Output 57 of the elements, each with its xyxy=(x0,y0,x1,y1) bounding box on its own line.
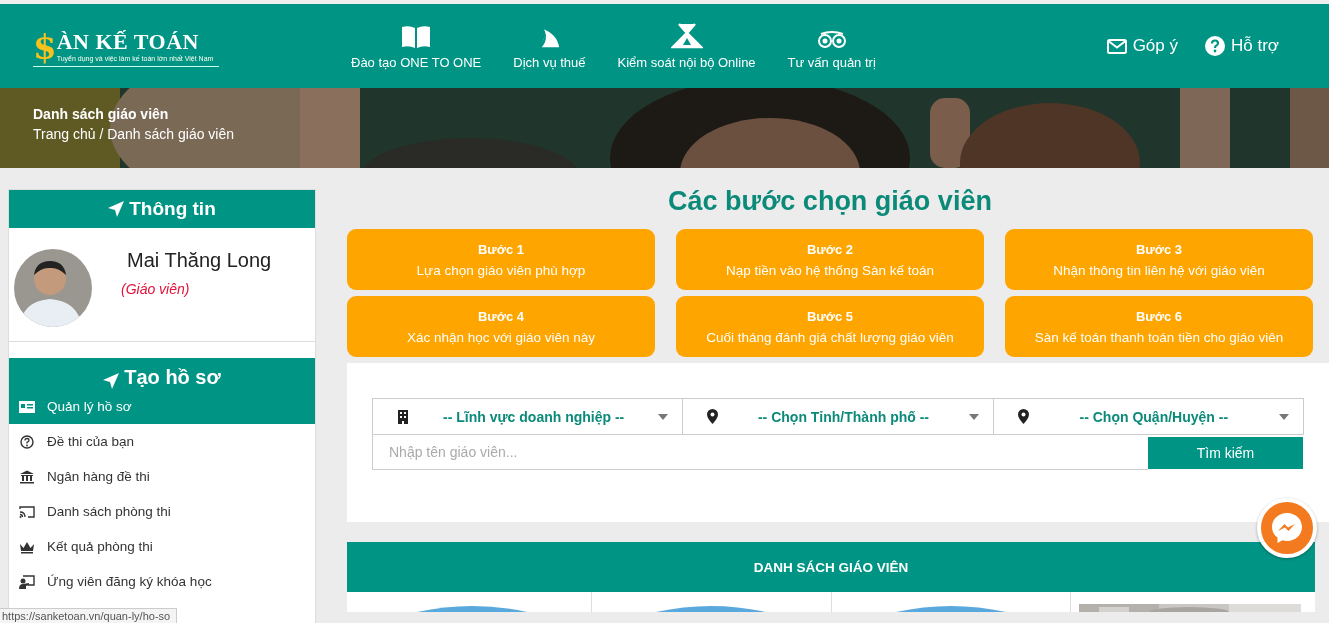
caret-icon xyxy=(1279,413,1289,420)
menu-item[interactable]: Kết quả phòng thi xyxy=(9,529,315,564)
breadcrumb: Trang chủ / Danh sách giáo viên xyxy=(33,126,235,142)
step-title: Bước 4 xyxy=(477,308,525,324)
owl-icon xyxy=(816,31,847,49)
menu-item[interactable]: Quản lý hồ sơ xyxy=(9,389,315,424)
step-text: Nhận thông tin liên hệ với giáo viên xyxy=(1053,262,1265,278)
building-icon xyxy=(397,409,409,424)
section-header: Thông tin xyxy=(9,190,315,228)
page-title: Danh sách giáo viên xyxy=(33,106,169,122)
caret-icon xyxy=(658,413,669,420)
card-icon xyxy=(19,399,35,414)
menu-item[interactable]: Ứng viên đăng ký khóa học xyxy=(9,564,315,599)
mail-icon xyxy=(1106,38,1127,54)
menu-item[interactable]: Ngân hàng đề thi xyxy=(9,459,315,494)
book-icon xyxy=(401,25,432,49)
nav-link[interactable]: Tư vấn quản trị xyxy=(787,22,876,70)
dropdown[interactable]: -- Chọn Tỉnh/Thành phố -- xyxy=(683,399,994,434)
step-title: Bước 1 xyxy=(477,241,525,257)
question-icon xyxy=(19,434,35,449)
step-title: Bước 2 xyxy=(806,241,854,257)
step-text: Nạp tiền vào hệ thống Sàn kế toán xyxy=(726,262,934,278)
step-title: Bước 3 xyxy=(1135,241,1183,257)
header-link[interactable]: Góp ý xyxy=(1106,36,1178,56)
step-text: Cuối tháng đánh giá chất lượng giáo viên xyxy=(706,329,954,345)
step-title: Bước 6 xyxy=(1135,308,1183,324)
caret-icon xyxy=(968,413,979,420)
cast-icon xyxy=(19,504,35,519)
header-link[interactable]: Hỗ trợ xyxy=(1205,36,1279,56)
step-text: Xác nhận học với giáo viên này xyxy=(406,329,596,345)
menu-item[interactable]: Danh sách phòng thi xyxy=(9,494,315,529)
logo-dollar: $ xyxy=(33,29,57,64)
step-text: Lựa chọn giáo viên phù hợp xyxy=(416,262,586,278)
profile-name: Mai Thăng Long xyxy=(127,249,272,272)
menu-item[interactable]: Đề thi của bạn xyxy=(9,424,315,459)
status-url: https://sanketoan.vn/quan-ly/ho-so xyxy=(0,608,178,623)
search-button[interactable]: Tìm kiếm xyxy=(1148,436,1303,469)
dropdown[interactable]: -- Chọn Quận/Huyện -- xyxy=(993,399,1303,434)
profile-role: (Giáo viên) xyxy=(121,281,190,297)
pin-icon xyxy=(707,409,719,424)
help-icon xyxy=(1205,36,1225,56)
step-text: Sàn kế toán thanh toán tiền cho giáo viên xyxy=(1034,329,1284,345)
bank-icon xyxy=(19,469,35,484)
dropdown[interactable]: -- Lĩnh vực doanh nghiệp -- xyxy=(373,399,684,434)
nav-link[interactable]: Kiểm soát nội bộ Online xyxy=(617,22,756,70)
section-header: Tạo hồ sơ xyxy=(9,358,315,389)
messenger-icon xyxy=(1270,511,1304,545)
nav-link[interactable]: Đào tạo ONE TO ONE xyxy=(351,22,482,70)
nav-link[interactable]: Dịch vụ thuế xyxy=(513,22,586,70)
section-title: Các bước chọn giáo viên xyxy=(667,186,993,217)
list-header: DANH SÁCH GIÁO VIÊN xyxy=(347,542,1315,592)
send-icon xyxy=(108,201,125,217)
search-field[interactable]: Nhập tên giáo viên... xyxy=(372,435,1148,470)
teacher-icon xyxy=(19,574,35,589)
pin-icon xyxy=(1017,409,1029,424)
logo-title: ÀN KẾ TOÁN xyxy=(56,31,200,53)
step-title: Bước 5 xyxy=(806,308,854,324)
